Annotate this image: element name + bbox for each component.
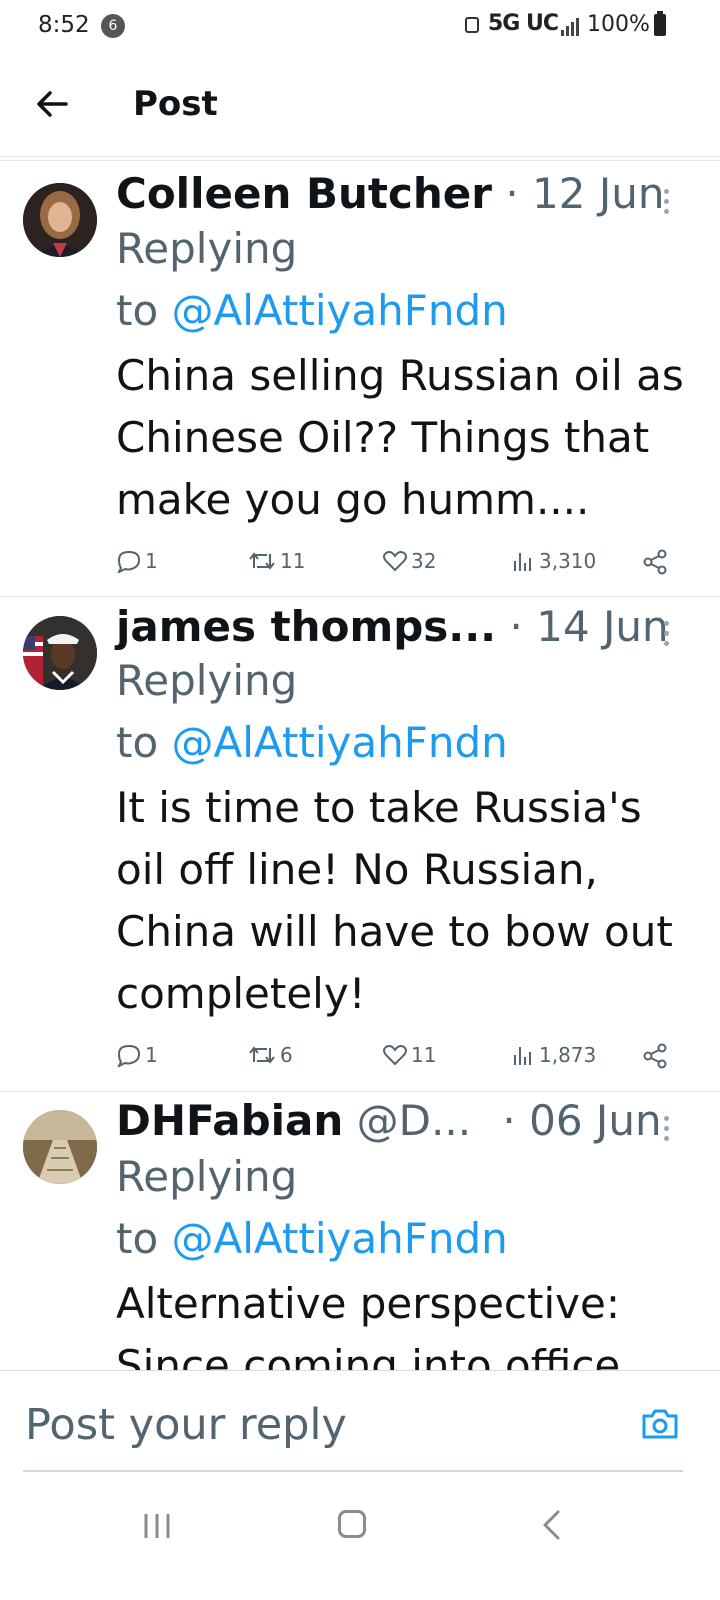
- tweet-date: 12 Jun: [532, 169, 665, 218]
- like-button[interactable]: 32: [382, 549, 436, 573]
- replying-to: Replying to @AlAttiyahFndn: [116, 650, 508, 774]
- author-handle[interactable]: @D...: [357, 1096, 471, 1145]
- repost-icon: [249, 1046, 275, 1064]
- tweet-text: China selling Russian oil as Chinese Oil…: [116, 351, 684, 524]
- reply-count: 1: [145, 549, 158, 573]
- heart-icon: [383, 1045, 407, 1066]
- tweet-text: It is time to take Russia's oil off line…: [116, 783, 673, 1018]
- author-name[interactable]: DHFabian: [116, 1096, 343, 1145]
- avatar[interactable]: [23, 616, 97, 690]
- replying-to-word: to: [116, 1214, 159, 1263]
- views-icon: [514, 1047, 531, 1065]
- repost-button[interactable]: 6: [247, 1043, 293, 1067]
- view-count: 3,310: [539, 549, 597, 573]
- like-count: 32: [411, 549, 437, 573]
- reply-input[interactable]: [23, 1399, 607, 1451]
- tweet-header: DHFabian @D... · 06 Jun: [116, 1096, 662, 1145]
- mention-link[interactable]: @AlAttiyahFndn: [172, 1214, 508, 1263]
- share-icon: [643, 1043, 667, 1069]
- tweet-text: Alternative perspective: Since coming in…: [116, 1279, 621, 1370]
- replying-to: Replying to @AlAttiyahFndn: [116, 218, 508, 342]
- like-count: 11: [411, 1043, 437, 1067]
- reply-tweet[interactable]: Colleen Butcher · 12 Jun Replying to @Al…: [0, 161, 720, 597]
- replying-label: Replying: [116, 656, 298, 705]
- views-button[interactable]: 1,873: [512, 1043, 596, 1067]
- tweet-header: james thomps... · 14 Jun: [116, 602, 669, 651]
- views-button[interactable]: 3,310: [512, 549, 596, 573]
- system-nav-bar: [0, 1474, 720, 1600]
- separator-dot: ·: [509, 602, 523, 651]
- home-icon[interactable]: [338, 1510, 366, 1538]
- notification-badge: 6: [101, 14, 125, 38]
- camera-icon[interactable]: [640, 1407, 680, 1441]
- author-name[interactable]: james thomps...: [116, 602, 496, 651]
- battery-percent: 100%: [587, 12, 650, 37]
- back-arrow-icon[interactable]: [30, 82, 74, 126]
- tweet-date: 06 Jun: [529, 1096, 662, 1145]
- reply-button[interactable]: 1: [116, 1043, 158, 1067]
- more-options-icon[interactable]: [664, 1116, 672, 1146]
- repost-icon: [249, 552, 275, 570]
- more-options-icon[interactable]: [664, 621, 672, 651]
- repost-count: 11: [280, 549, 306, 573]
- status-bar: 8:52 6 5G UC 100%: [0, 0, 720, 52]
- avatar[interactable]: [23, 1110, 97, 1184]
- mention-link[interactable]: @AlAttiyahFndn: [172, 718, 508, 767]
- share-icon: [643, 549, 667, 575]
- repost-count: 6: [280, 1043, 293, 1067]
- data-saver-icon: [465, 17, 479, 33]
- heart-icon: [383, 551, 407, 572]
- system-back-icon[interactable]: [540, 1510, 564, 1540]
- replying-label: Replying: [116, 1152, 298, 1201]
- network-label: 5G UC: [488, 11, 559, 36]
- avatar[interactable]: [23, 183, 97, 257]
- reply-tweet[interactable]: DHFabian @D... · 06 Jun Replying to @AlA…: [0, 1092, 720, 1370]
- signal-icon: [561, 18, 579, 36]
- reply-icon: [117, 1044, 141, 1067]
- share-button[interactable]: [642, 549, 671, 575]
- views-icon: [514, 553, 531, 571]
- app-header: Post: [0, 52, 720, 157]
- status-time: 8:52: [38, 12, 90, 38]
- tweet-header: Colleen Butcher · 12 Jun: [116, 169, 664, 218]
- share-button[interactable]: [642, 1043, 671, 1069]
- recent-apps-icon[interactable]: [142, 1512, 172, 1540]
- replying-label: Replying: [116, 224, 298, 273]
- more-options-icon[interactable]: [664, 189, 672, 219]
- replying-to: Replying to @AlAttiyahFndn: [116, 1146, 508, 1270]
- tweet-actions: 1 6 11 1,873: [116, 1043, 676, 1073]
- battery-icon: [654, 11, 666, 36]
- page-title: Post: [133, 84, 218, 124]
- separator-dot: ·: [505, 169, 519, 218]
- author-name[interactable]: Colleen Butcher: [116, 169, 492, 218]
- reply-icon: [117, 550, 141, 573]
- reply-composer: [0, 1370, 720, 1475]
- replying-to-word: to: [116, 286, 159, 335]
- reply-button[interactable]: 1: [116, 549, 158, 573]
- like-button[interactable]: 11: [382, 1043, 436, 1067]
- tweet-date: 14 Jun: [536, 602, 669, 651]
- tweet-actions: 1 11 32 3,310: [116, 549, 676, 579]
- separator-dot: ·: [502, 1096, 516, 1145]
- reply-tweet[interactable]: james thomps... · 14 Jun Replying to @Al…: [0, 597, 720, 1092]
- mention-link[interactable]: @AlAttiyahFndn: [172, 286, 508, 335]
- replying-to-word: to: [116, 718, 159, 767]
- reply-count: 1: [145, 1043, 158, 1067]
- repost-button[interactable]: 11: [247, 549, 305, 573]
- view-count: 1,873: [539, 1043, 597, 1067]
- composer-underline: [23, 1470, 683, 1472]
